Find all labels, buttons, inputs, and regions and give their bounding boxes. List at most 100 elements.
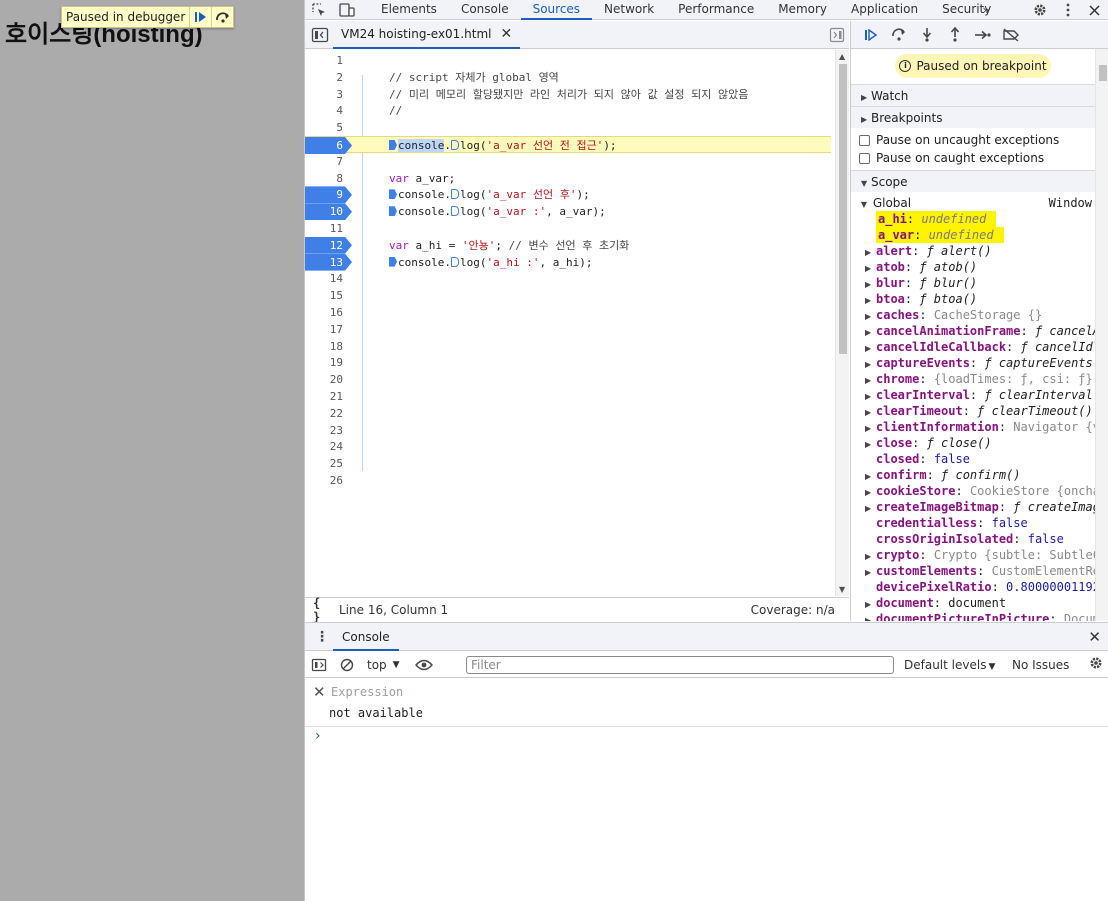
code-line[interactable]: 26 bbox=[305, 472, 831, 489]
scope-property[interactable]: ▶clientInformation: Navigator {vendorSub… bbox=[851, 419, 1096, 435]
breakpoint-marker[interactable]: 12 bbox=[305, 236, 352, 254]
context-selector[interactable]: top ▼ bbox=[361, 658, 406, 672]
tab-memory[interactable]: Memory bbox=[766, 0, 839, 20]
issues-counter[interactable]: No Issues bbox=[1012, 658, 1069, 672]
line-number[interactable]: 16 bbox=[305, 304, 347, 321]
breakpoints-section-header[interactable]: ▶ Breakpoints bbox=[851, 106, 1096, 128]
console-settings-button[interactable] bbox=[1089, 656, 1103, 673]
tab-sources[interactable]: Sources bbox=[520, 0, 593, 20]
code-line[interactable]: 6 console. log('a_var 선언 전 접근'); bbox=[305, 136, 831, 154]
tab-application[interactable]: Application bbox=[839, 0, 930, 20]
breakpoint-marker[interactable]: 10 bbox=[305, 203, 352, 221]
code-line[interactable]: 2 // script 자체가 global 영역 bbox=[305, 69, 831, 86]
collapsed-triangle-icon[interactable]: ▶ bbox=[865, 421, 876, 435]
scope-property[interactable]: ▶createImageBitmap: ƒ createImageBitmap(… bbox=[851, 499, 1096, 515]
console-filter-input[interactable]: Filter bbox=[466, 656, 894, 674]
console-sidebar-button[interactable] bbox=[305, 652, 333, 678]
close-devtools-button[interactable] bbox=[1081, 0, 1107, 20]
line-number[interactable]: 11 bbox=[305, 220, 347, 237]
line-number[interactable]: 4 bbox=[305, 102, 347, 119]
scope-property[interactable]: ▶ captureEvents: ƒ captureEvents() bbox=[851, 355, 1096, 371]
scope-property[interactable]: devicePixelRatio: 0.800000011920929 bbox=[851, 579, 1096, 595]
scope-property[interactable]: ▶customElements: CustomElementRegistry {… bbox=[851, 563, 1096, 579]
collapsed-triangle-icon[interactable]: ▶ bbox=[865, 277, 876, 291]
code-line[interactable]: 18 bbox=[305, 338, 831, 355]
scope-property[interactable]: ▶cancelIdleCallback: ƒ cancelIdleCallbac… bbox=[851, 339, 1096, 355]
scope-property[interactable]: ▶ close: ƒ close() bbox=[851, 435, 1096, 451]
overlay-resume-button[interactable] bbox=[189, 7, 211, 27]
clear-console-button[interactable] bbox=[333, 652, 361, 678]
scope-property[interactable]: ▶ btoa: ƒ btoa() bbox=[851, 291, 1096, 307]
code-line[interactable]: 17 bbox=[305, 321, 831, 338]
scroll-up-icon[interactable]: ▲ bbox=[839, 52, 845, 61]
device-toolbar-button[interactable] bbox=[333, 0, 361, 20]
line-number[interactable]: 17 bbox=[305, 321, 347, 338]
code-line[interactable]: 7 bbox=[305, 153, 831, 170]
scope-property[interactable]: ▶ confirm: ƒ confirm() bbox=[851, 467, 1096, 483]
line-number[interactable]: 19 bbox=[305, 354, 347, 371]
scope-property[interactable]: crossOriginIsolated: false bbox=[851, 531, 1096, 547]
line-number[interactable]: 22 bbox=[305, 405, 347, 422]
editor-scrollbar[interactable]: ▲ ▼ bbox=[835, 50, 849, 596]
scope-property[interactable]: ▶ blur: ƒ blur() bbox=[851, 275, 1096, 291]
code-line[interactable]: 15 bbox=[305, 287, 831, 304]
code-line[interactable]: 19 bbox=[305, 354, 831, 371]
collapsed-triangle-icon[interactable]: ▶ bbox=[865, 373, 876, 387]
editor-file-tab[interactable]: VM24 hoisting-ex01.html ✕ bbox=[333, 21, 521, 49]
scope-property[interactable]: ▶ caches: CacheStorage {} bbox=[851, 307, 1096, 323]
settings-button[interactable] bbox=[1027, 0, 1053, 20]
code-line[interactable]: 8 var a_var; bbox=[305, 170, 831, 187]
step-over-button[interactable] bbox=[885, 23, 913, 47]
collapsed-triangle-icon[interactable]: ▶ bbox=[865, 293, 876, 307]
scope-property[interactable]: ▶ atob: ƒ atob() bbox=[851, 259, 1096, 275]
collapsed-triangle-icon[interactable]: ▶ bbox=[865, 549, 876, 563]
tab-network[interactable]: Network bbox=[592, 0, 666, 20]
checkbox-icon[interactable] bbox=[859, 152, 870, 164]
code-line[interactable]: 5 bbox=[305, 119, 831, 136]
remove-expression-icon[interactable]: ✕ bbox=[313, 683, 326, 701]
drawer-tab-console[interactable]: Console bbox=[333, 623, 399, 651]
code-line[interactable]: 3 // 미리 메모리 할당됐지만 라인 처리가 되지 않아 값 설정 되지 않았… bbox=[305, 86, 831, 103]
scroll-down-icon[interactable]: ▼ bbox=[839, 585, 845, 594]
customize-menu-button[interactable] bbox=[1055, 0, 1081, 20]
code-line[interactable]: 14 bbox=[305, 270, 831, 287]
code-line[interactable]: 4 // bbox=[305, 102, 831, 119]
collapsed-triangle-icon[interactable]: ▶ bbox=[865, 437, 876, 451]
live-expression-button[interactable] bbox=[410, 652, 438, 678]
console-prompt-icon[interactable]: › bbox=[315, 728, 321, 744]
line-number[interactable]: 21 bbox=[305, 388, 347, 405]
collapsed-triangle-icon[interactable]: ▶ bbox=[865, 501, 876, 515]
line-number[interactable]: 15 bbox=[305, 287, 347, 304]
toggle-debugger-sidebar-icon[interactable] bbox=[829, 27, 845, 43]
log-levels-dropdown[interactable]: Default levels ▼ bbox=[904, 658, 995, 672]
breakpoint-marker[interactable]: 13 bbox=[305, 253, 352, 271]
code-line[interactable]: 16 bbox=[305, 304, 831, 321]
overlay-step-over-button[interactable] bbox=[211, 7, 233, 27]
line-number[interactable]: 18 bbox=[305, 338, 347, 355]
collapsed-triangle-icon[interactable]: ▶ bbox=[865, 597, 876, 611]
tab-performance[interactable]: Performance bbox=[666, 0, 766, 20]
drawer-menu-icon[interactable]: ⋮ bbox=[315, 629, 329, 645]
pause-uncaught-checkbox[interactable]: Pause on uncaught exceptions bbox=[859, 131, 1059, 149]
line-number[interactable]: 5 bbox=[305, 119, 347, 136]
scope-property[interactable]: closed: false bbox=[851, 451, 1096, 467]
collapsed-triangle-icon[interactable]: ▶ bbox=[865, 405, 876, 419]
breakpoint-marker[interactable]: 9 bbox=[305, 186, 352, 204]
more-tabs-button[interactable]: » bbox=[973, 0, 999, 20]
toggle-navigator-icon[interactable] bbox=[311, 27, 329, 43]
code-editor[interactable]: 1 2 // script 자체가 global 영역 3 // 미리 메모리 할당됐지… bbox=[305, 50, 849, 596]
scope-property[interactable]: ▶ alert: ƒ alert() bbox=[851, 243, 1096, 259]
collapsed-triangle-icon[interactable]: ▶ bbox=[865, 325, 876, 339]
line-number[interactable]: 14 bbox=[305, 270, 347, 287]
close-drawer-icon[interactable]: ✕ bbox=[1088, 628, 1101, 646]
editor-scroll-thumb[interactable] bbox=[839, 64, 847, 354]
line-number[interactable]: 23 bbox=[305, 422, 347, 439]
line-number[interactable]: 7 bbox=[305, 153, 347, 170]
line-number[interactable]: 25 bbox=[305, 455, 347, 472]
collapsed-triangle-icon[interactable]: ▶ bbox=[865, 245, 876, 259]
checkbox-icon[interactable] bbox=[859, 134, 870, 146]
collapsed-triangle-icon[interactable]: ▶ bbox=[865, 613, 876, 621]
collapsed-triangle-icon[interactable]: ▶ bbox=[865, 565, 876, 579]
collapsed-triangle-icon[interactable]: ▶ bbox=[865, 309, 876, 323]
line-number[interactable]: 3 bbox=[305, 86, 347, 103]
